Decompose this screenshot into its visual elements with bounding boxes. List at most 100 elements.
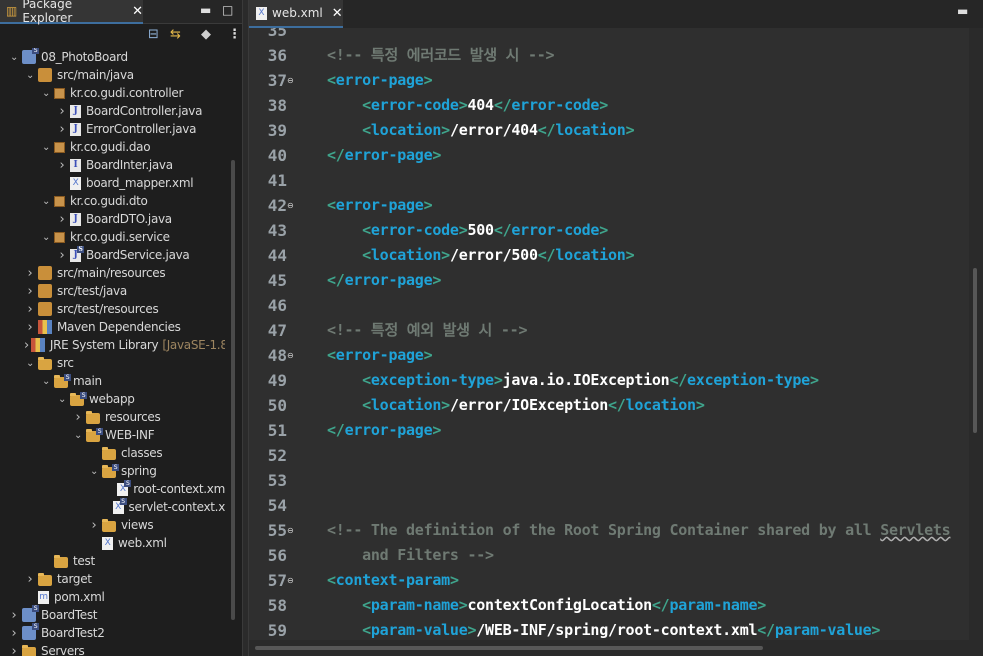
fold-toggle-icon[interactable]: ⊖ [287,193,297,218]
filters-icon[interactable]: ◆ [201,27,211,42]
code-line: <!-- The definition of the Root Spring C… [327,518,951,543]
chevron-down-icon[interactable]: ⌄ [56,394,68,405]
maximize-icon[interactable]: □ [222,3,233,17]
tree-item[interactable]: › JRE System Library [JavaSE-1.8 [0,336,225,354]
link-with-editor-icon[interactable]: ⇆ [170,27,181,42]
chevron-right-icon[interactable]: › [56,212,68,227]
fold-toggle-icon[interactable]: ⊖ [287,68,297,93]
chevron-down-icon[interactable]: ⌄ [40,88,52,99]
tree-item[interactable]: › Maven Dependencies [0,318,225,336]
chevron-right-icon[interactable]: › [56,158,68,173]
collapse-all-icon[interactable]: ⊟ [148,27,159,42]
code-line: and Filters --> [327,543,494,568]
tree-item[interactable]: Xboard_mapper.xml [0,174,225,192]
xml-file-icon: X [102,536,113,550]
chevron-down-icon[interactable]: ⌄ [40,232,52,243]
folder-icon [38,356,52,370]
tree-item[interactable]: ⌄ S WEB-INF [0,426,225,444]
tree-item[interactable]: › src/test/resources [0,300,225,318]
line-number: 37 [267,71,287,90]
tree-item[interactable]: › target [0,570,225,588]
tree-item-suffix: [JavaSE-1.8 [162,338,225,352]
editor-vertical-scrollbar[interactable] [969,28,983,640]
tree-item[interactable]: ⌄ src/main/java [0,66,225,84]
tree-item[interactable]: X Sservlet-context.x [0,497,225,516]
tab-web-xml[interactable]: X web.xml ✕ [249,0,343,28]
tree-item[interactable]: ⌄ kr.co.gudi.dto [0,192,225,210]
chevron-right-icon[interactable]: › [24,338,29,353]
tree-item[interactable]: › I BoardInter.java [0,156,225,174]
tree-item[interactable]: ⌄ kr.co.gudi.service [0,228,225,246]
chevron-down-icon[interactable]: ⌄ [24,358,36,369]
minimize-icon[interactable]: ▬ [957,4,968,18]
view-menu-icon[interactable]: ⋮ [228,27,241,42]
chevron-right-icon[interactable]: › [8,626,20,641]
chevron-right-icon[interactable]: › [8,644,20,656]
tree-item-label: webapp [89,392,135,406]
spring-badge-icon: S [96,427,103,435]
code-token: > [423,71,433,89]
chevron-right-icon[interactable]: › [56,248,68,263]
tree-item[interactable]: › Servers [0,642,225,656]
tree-item[interactable]: Xweb.xml [0,534,225,552]
chevron-down-icon[interactable]: ⌄ [72,430,84,441]
tree-item[interactable]: ⌄ Swebapp [0,390,225,408]
minimize-icon[interactable]: ▬ [200,3,211,17]
tab-package-explorer[interactable]: ▥ Package Explorer ✕ [0,0,143,25]
chevron-right-icon[interactable]: › [56,104,68,119]
tree-item[interactable]: ⌄ src [0,354,225,372]
tree-item[interactable]: › S BoardTest2 [0,623,225,642]
chevron-down-icon[interactable]: ⌄ [24,70,36,81]
tree-item-label: src [57,356,74,370]
scrollbar-thumb[interactable] [973,268,977,433]
chevron-right-icon[interactable]: › [56,122,68,137]
tree-item[interactable]: › J BoardController.java [0,102,225,120]
tree-item[interactable]: › J S BoardService.java [0,245,225,264]
tree-item[interactable]: ⌄ kr.co.gudi.dao [0,138,225,156]
editor-horizontal-scrollbar[interactable] [249,640,983,656]
tree-item[interactable]: › J ErrorController.java [0,120,225,138]
chevron-down-icon[interactable]: ⌄ [40,142,52,153]
tree-item[interactable]: › src/main/resources [0,264,225,282]
tree-item[interactable]: test [0,552,225,570]
tree-item[interactable]: ⌄ S 08_PhotoBoard [0,48,225,66]
chevron-right-icon[interactable]: › [72,410,84,425]
code-editor[interactable]: 35 36 37 ⊖ 38 39 40 41 42 ⊖ 43 44 45 46 47 48 ⊖ 49 50 51 52 5… [249,28,983,640]
chevron-right-icon[interactable]: › [24,284,36,299]
tree-item-label: views [121,518,154,532]
close-icon[interactable]: ✕ [132,4,143,19]
view-divider[interactable] [242,0,249,656]
source-folder-icon [38,302,52,316]
chevron-right-icon[interactable]: › [24,266,36,281]
tree-item[interactable]: › S BoardTest [0,605,225,624]
tree-item[interactable]: › views [0,516,225,534]
code-token: > [871,621,881,639]
fold-toggle-icon[interactable]: ⊖ [287,568,297,593]
tree-item[interactable]: ⌄ Sspring [0,462,225,480]
chevron-down-icon[interactable]: ⌄ [40,196,52,207]
chevron-right-icon[interactable]: › [24,320,36,335]
code-text-area[interactable]: <!-- 특정 에러코드 발생 시 --> <error-page> <error… [327,28,967,640]
code-token: > [467,621,477,639]
chevron-down-icon[interactable]: ⌄ [40,376,52,387]
tree-item[interactable]: ⌄ kr.co.gudi.controller [0,84,225,102]
tree-item[interactable]: X Sroot-context.xm [0,479,225,498]
scrollbar-thumb[interactable] [255,646,763,650]
tree-item[interactable]: › J BoardDTO.java [0,210,225,228]
tree-scrollbar[interactable] [231,160,235,620]
chevron-right-icon[interactable]: › [24,302,36,317]
chevron-right-icon[interactable]: › [24,572,36,587]
tree-item[interactable]: m pom.xml [0,588,225,606]
fold-toggle-icon[interactable]: ⊖ [287,518,297,543]
tree-item[interactable]: › src/test/java [0,282,225,300]
fold-toggle-icon[interactable]: ⊖ [287,343,297,368]
tree-item[interactable]: ⌄ Smain [0,372,225,390]
chevron-down-icon[interactable]: ⌄ [88,466,100,477]
tree-item[interactable]: classes [0,444,225,462]
close-icon[interactable]: ✕ [332,6,343,21]
tree-item[interactable]: › resources [0,408,225,426]
code-token: > [423,196,433,214]
chevron-right-icon[interactable]: › [8,608,20,623]
chevron-right-icon[interactable]: › [88,518,100,533]
chevron-down-icon[interactable]: ⌄ [8,52,20,63]
